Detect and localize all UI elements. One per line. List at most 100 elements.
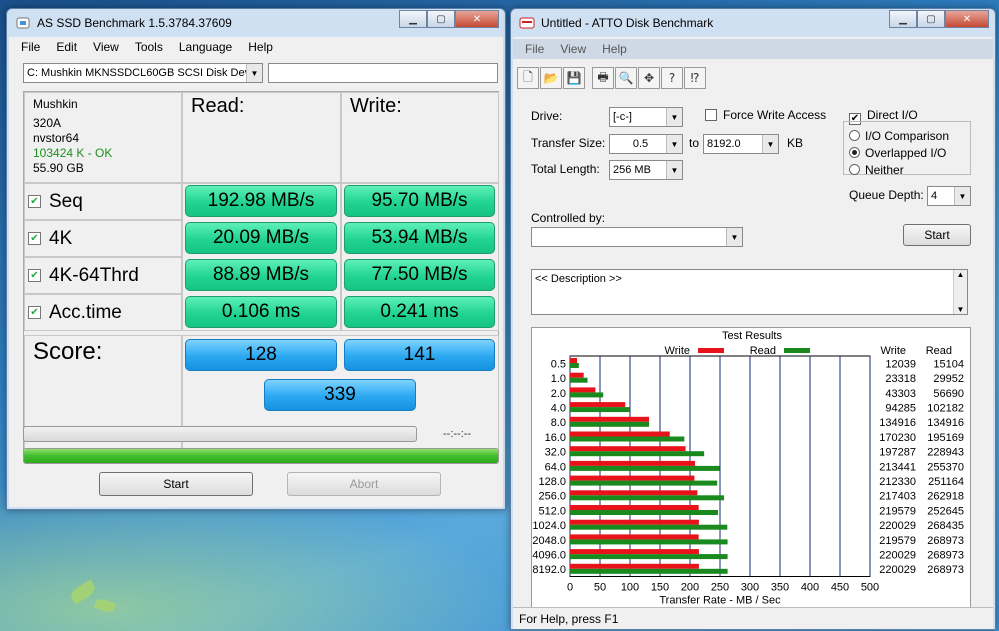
menu-file[interactable]: File bbox=[9, 40, 48, 54]
write-header-cell: Write: bbox=[341, 92, 499, 183]
force-write-checkbox[interactable]: Force Write Access bbox=[705, 108, 826, 122]
maximize-icon: ▢ bbox=[926, 13, 936, 25]
x-tick-label: 50 bbox=[594, 582, 606, 594]
start-button[interactable]: Start bbox=[903, 224, 971, 246]
queue-depth-select[interactable]: 4 ▼ bbox=[927, 186, 971, 206]
read-bar bbox=[570, 451, 705, 457]
atto-window: Untitled - ATTO Disk Benchmark ▁ ▢ ✕ Fil… bbox=[510, 8, 996, 630]
close-button[interactable]: ✕ bbox=[455, 10, 499, 28]
menu-language[interactable]: Language bbox=[171, 40, 240, 54]
as-ssd-app-icon bbox=[16, 17, 30, 29]
print-icon[interactable]: 🖶 bbox=[592, 67, 614, 89]
print-preview-icon[interactable]: 🔍 bbox=[615, 67, 637, 89]
row-4k64-label[interactable]: ✔ 4K-64Thrd bbox=[28, 257, 139, 294]
maximize-button[interactable]: ▢ bbox=[917, 10, 945, 28]
move-icon[interactable]: ✥ bbox=[638, 67, 660, 89]
abort-button[interactable]: Abort bbox=[287, 472, 441, 496]
menu-view[interactable]: View bbox=[85, 40, 127, 54]
transfer-from-select[interactable]: 0.5 ▼ bbox=[609, 134, 683, 154]
minimize-icon: ▁ bbox=[409, 13, 417, 25]
save-icon[interactable]: 💾 bbox=[563, 67, 585, 89]
drive-select[interactable]: C: Mushkin MKNSSDCL60GB SCSI Disk Dev ▼ bbox=[23, 63, 263, 83]
controlled-by-select[interactable]: ▼ bbox=[531, 227, 743, 247]
chart-title: Test Results bbox=[722, 330, 782, 342]
radio-neither[interactable]: Neither bbox=[849, 163, 904, 177]
scroll-up-icon[interactable]: ▲ bbox=[957, 270, 965, 279]
minimize-button[interactable]: ▁ bbox=[399, 10, 427, 28]
drive-extra-field[interactable] bbox=[268, 63, 498, 83]
row-acctime-label[interactable]: ✔ Acc.time bbox=[28, 294, 122, 331]
transfer-to-select[interactable]: 8192.0 ▼ bbox=[703, 134, 779, 154]
read-bar bbox=[570, 363, 579, 368]
radio-selected-icon[interactable] bbox=[849, 147, 860, 158]
checkbox-checked-icon[interactable]: ✔ bbox=[28, 306, 41, 319]
row-4k-label[interactable]: ✔ 4K bbox=[28, 220, 72, 257]
drive-info: Mushkin 320A nvstor64 103424 K - OK 55.9… bbox=[24, 92, 182, 183]
drive-vendor: Mushkin bbox=[33, 97, 78, 111]
scroll-down-icon[interactable]: ▼ bbox=[957, 305, 965, 314]
y-tick-label: 256.0 bbox=[538, 491, 566, 503]
y-tick-label: 8.0 bbox=[551, 417, 566, 429]
transfer-from-value: 0.5 bbox=[632, 138, 649, 150]
write-value-label: 220029 bbox=[879, 564, 916, 576]
write-value-label: 12039 bbox=[885, 358, 916, 370]
acctime-read-value: 0.106 ms bbox=[185, 296, 337, 328]
menu-view[interactable]: View bbox=[552, 42, 594, 56]
write-bar bbox=[570, 490, 698, 496]
radio-overlapped-io[interactable]: Overlapped I/O bbox=[849, 146, 946, 160]
chevron-down-icon: ▼ bbox=[954, 187, 970, 205]
open-icon[interactable]: 📂 bbox=[540, 67, 562, 89]
checkbox-checked-icon[interactable]: ✔ bbox=[28, 269, 41, 282]
write-bar bbox=[570, 416, 650, 422]
test-results-chart: Test Results Write Read Write Read 0 50 100 150 2… bbox=[532, 330, 964, 607]
description-field[interactable]: << Description >> ▲ ▼ bbox=[531, 269, 968, 315]
context-help-icon[interactable]: ⁉ bbox=[684, 67, 706, 89]
x-tick-label: 100 bbox=[621, 582, 639, 594]
new-icon[interactable]: 🗋 bbox=[517, 67, 539, 89]
help-icon[interactable]: ? bbox=[661, 67, 683, 89]
y-tick-label: 2.0 bbox=[551, 388, 566, 400]
y-tick-label: 32.0 bbox=[545, 447, 566, 459]
chevron-down-icon: ▼ bbox=[246, 64, 262, 82]
radio-icon[interactable] bbox=[849, 164, 860, 175]
total-length-value: 256 MB bbox=[613, 164, 651, 176]
radio-io-comparison[interactable]: I/O Comparison bbox=[849, 129, 949, 143]
row-seq-label[interactable]: ✔ Seq bbox=[28, 183, 83, 220]
menu-tools[interactable]: Tools bbox=[127, 40, 171, 54]
total-length-select[interactable]: 256 MB ▼ bbox=[609, 160, 683, 180]
y-tick-label: 0.5 bbox=[551, 358, 566, 370]
chevron-down-icon: ▼ bbox=[762, 135, 778, 153]
x-tick-label: 150 bbox=[651, 582, 669, 594]
checkbox-checked-icon[interactable]: ✔ bbox=[28, 232, 41, 245]
description-scrollbar[interactable]: ▲ ▼ bbox=[953, 270, 967, 314]
y-tick-label: 4096.0 bbox=[532, 549, 566, 561]
checkbox-checked-icon[interactable]: ✔ bbox=[28, 195, 41, 208]
start-button[interactable]: Start bbox=[99, 472, 253, 496]
results-grid: Mushkin 320A nvstor64 103424 K - OK 55.9… bbox=[23, 91, 499, 451]
read-value-label: 134916 bbox=[927, 417, 964, 429]
read-bar bbox=[570, 510, 719, 515]
checkbox-unchecked-icon[interactable] bbox=[705, 109, 717, 121]
menu-file[interactable]: File bbox=[513, 42, 552, 56]
menu-help[interactable]: Help bbox=[240, 40, 281, 54]
minimize-button[interactable]: ▁ bbox=[889, 10, 917, 28]
menu-edit[interactable]: Edit bbox=[48, 40, 85, 54]
write-bar bbox=[570, 431, 670, 437]
drive-select[interactable]: [-c-] ▼ bbox=[609, 107, 683, 127]
write-bar bbox=[570, 446, 686, 452]
4k64-write-value: 77.50 MB/s bbox=[344, 259, 495, 291]
queue-depth-value: 4 bbox=[931, 190, 938, 202]
maximize-button[interactable]: ▢ bbox=[427, 10, 455, 28]
read-header: Read: bbox=[191, 95, 245, 117]
total-length-label: Total Length: bbox=[531, 162, 600, 176]
read-value-label: 195169 bbox=[927, 432, 964, 444]
4k64-read-value: 88.89 MB/s bbox=[185, 259, 337, 291]
close-button[interactable]: ✕ bbox=[945, 10, 989, 28]
elapsed-time: --:--:-- bbox=[443, 428, 472, 440]
radio-icon[interactable] bbox=[849, 130, 860, 141]
x-tick-label: 200 bbox=[681, 582, 699, 594]
menu-help[interactable]: Help bbox=[594, 42, 635, 56]
chevron-down-icon: ▼ bbox=[666, 108, 682, 126]
read-bar bbox=[570, 539, 728, 545]
read-value-label: 29952 bbox=[933, 373, 964, 385]
